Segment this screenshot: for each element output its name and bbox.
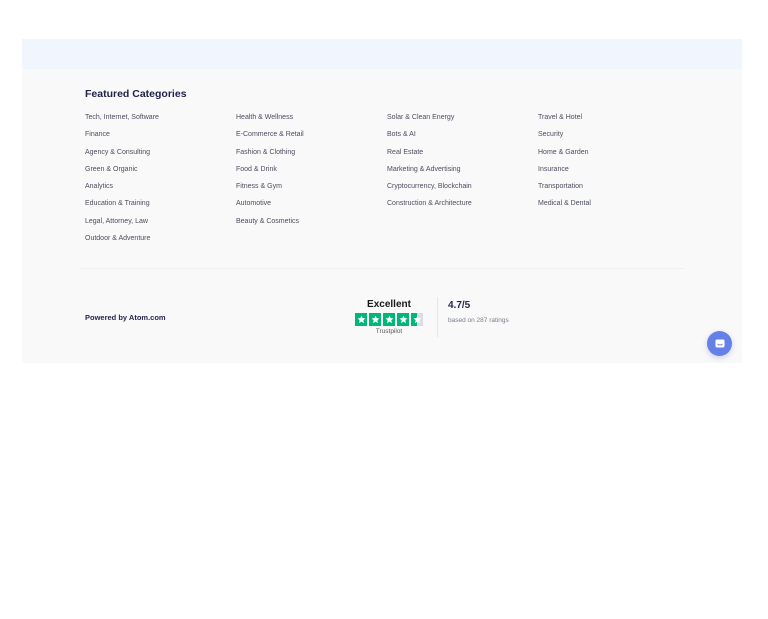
category-link[interactable]: Tech, Internet, Software	[85, 112, 235, 129]
category-link[interactable]: Fashion & Clothing	[236, 147, 386, 164]
category-link[interactable]: Construction & Architecture	[387, 198, 537, 215]
category-link[interactable]: Marketing & Advertising	[387, 164, 537, 181]
star-icon	[354, 313, 368, 326]
star-icon	[396, 313, 410, 326]
category-link[interactable]: Real Estate	[387, 147, 537, 164]
category-link[interactable]: Transportation	[538, 181, 688, 198]
featured-categories-heading: Featured Categories	[85, 88, 187, 100]
category-link[interactable]: Home & Garden	[538, 147, 688, 164]
category-link[interactable]: Green & Organic	[85, 164, 235, 181]
category-column-2: Health & Wellness E-Commerce & Retail Fa…	[236, 112, 386, 233]
category-column-4: Travel & Hotel Security Home & Garden In…	[538, 112, 688, 216]
star-icon	[382, 313, 396, 326]
category-link[interactable]: Food & Drink	[236, 164, 386, 181]
category-link[interactable]: Agency & Consulting	[85, 147, 235, 164]
trustpilot-widget[interactable]: Excellent Trustpilot	[353, 299, 425, 336]
category-link[interactable]: Analytics	[85, 181, 235, 198]
category-link[interactable]: Medical & Dental	[538, 198, 688, 215]
trustpilot-stars	[353, 313, 425, 326]
rating-separator	[437, 297, 438, 337]
rating-score: 4.7/5	[448, 300, 471, 311]
trustpilot-logo: Trustpilot	[375, 327, 403, 335]
category-column-1: Tech, Internet, Software Finance Agency …	[85, 112, 235, 250]
category-link[interactable]: Education & Training	[85, 198, 235, 215]
rating-count: based on 287 ratings	[448, 317, 509, 324]
section-divider	[80, 268, 684, 269]
featured-categories-grid: Tech, Internet, Software Finance Agency …	[85, 112, 695, 252]
powered-by-link[interactable]: Powered by Atom.com	[85, 313, 166, 322]
footer-panel: Featured Categories Tech, Internet, Soft…	[22, 39, 742, 363]
category-link[interactable]: Cryptocurrency, Blockchain	[387, 181, 537, 198]
category-link[interactable]: Insurance	[538, 164, 688, 181]
star-icon	[368, 313, 382, 326]
chat-bubble-icon	[714, 338, 726, 350]
category-link[interactable]: Travel & Hotel	[538, 112, 688, 129]
category-link[interactable]: Solar & Clean Energy	[387, 112, 537, 129]
category-link[interactable]: Finance	[85, 129, 235, 146]
category-link[interactable]: Bots & AI	[387, 129, 537, 146]
half-star-icon	[410, 313, 424, 326]
trustpilot-rating-label: Excellent	[367, 299, 411, 310]
rating-summary: 4.7/5 based on 287 ratings	[448, 300, 509, 324]
category-link[interactable]: E-Commerce & Retail	[236, 129, 386, 146]
category-link[interactable]: Legal, Attorney, Law	[85, 216, 235, 233]
category-link[interactable]: Security	[538, 129, 688, 146]
category-link[interactable]: Automotive	[236, 198, 386, 215]
chat-launcher-button[interactable]	[707, 331, 732, 356]
category-link[interactable]: Beauty & Cosmetics	[236, 216, 386, 233]
top-band	[22, 39, 742, 69]
category-link[interactable]: Health & Wellness	[236, 112, 386, 129]
category-link[interactable]: Outdoor & Adventure	[85, 233, 235, 250]
category-column-3: Solar & Clean Energy Bots & AI Real Esta…	[387, 112, 537, 216]
category-link[interactable]: Fitness & Gym	[236, 181, 386, 198]
